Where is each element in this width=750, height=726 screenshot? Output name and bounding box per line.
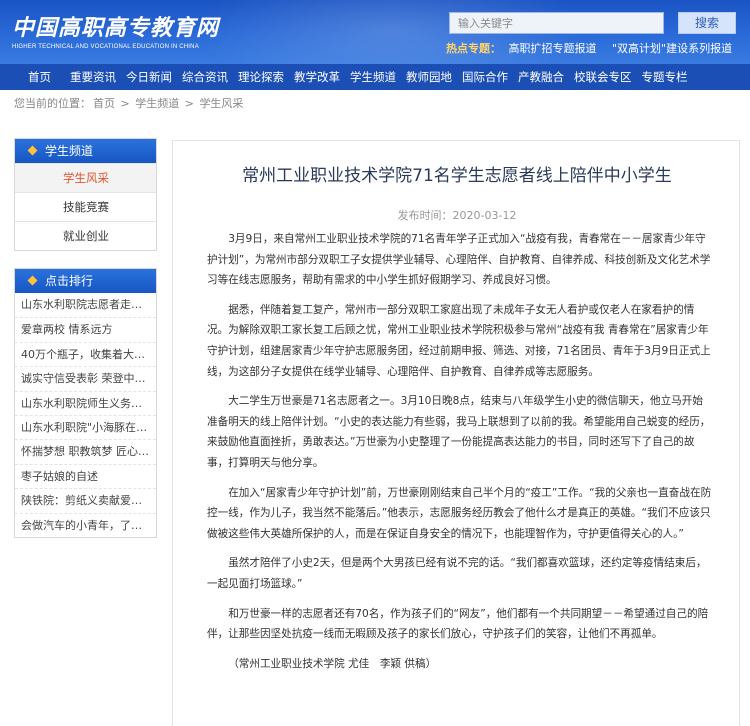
rank-panel-title: 点击排行 bbox=[45, 274, 94, 288]
channel-panel: 学生频道 学生风采 技能竞赛 就业创业 bbox=[14, 138, 157, 251]
article-paragraph: 虽然才陪伴了小史2天，但是两个大男孩已经有说不完的话。“我们都喜欢篮球，还约定等… bbox=[207, 557, 707, 590]
rank-list-item[interactable]: 怀揣梦想 职教筑梦 匠心圆... bbox=[15, 439, 156, 463]
sidebar-item-employment[interactable]: 就业创业 bbox=[15, 221, 156, 250]
rank-list-item[interactable]: 爱章两校 情系远方 bbox=[15, 317, 156, 341]
logo-title: 中国高职高专教育网 bbox=[12, 15, 220, 41]
nav-item[interactable]: 产教融合 bbox=[513, 64, 569, 90]
article-panel: 常州工业职业技术学院71名学生志愿者线上陪伴中小学生 发布时间：2020-03-… bbox=[172, 140, 740, 726]
nav-item[interactable]: 学生频道 bbox=[345, 64, 401, 90]
rank-panel: 点击排行 山东水利职院志愿者走近... 爱章两校 情系远方 40万个瓶子，收集着… bbox=[14, 268, 157, 538]
breadcrumb-link-home[interactable]: 首页 bbox=[93, 97, 115, 110]
nav-item[interactable]: 教学改革 bbox=[289, 64, 345, 90]
rank-list-item[interactable]: 40万个瓶子，收集着大学... bbox=[15, 341, 156, 366]
nav-item[interactable]: 今日新闻 bbox=[121, 64, 177, 90]
hot-topics: 热点专题： 高职扩招专题报道 "双高计划"建设系列报道 bbox=[446, 40, 744, 56]
nav-item[interactable]: 专题专栏 bbox=[637, 64, 693, 90]
rank-list-item[interactable]: 枣子姑娘的自述 bbox=[15, 463, 156, 488]
article-paragraph: 和万世豪一样的志愿者还有70名，作为孩子们的“网友”，他们都有一个共同期望－－希… bbox=[207, 607, 709, 641]
hot-topics-label: 热点专题： bbox=[446, 42, 501, 55]
article-date: 发布时间：2020-03-12 bbox=[173, 207, 741, 223]
article-body: 3月9日，来自常州工业职业技术学院的71名青年学子正式加入“战疫有我，青春常在－… bbox=[207, 229, 713, 674]
search-input[interactable] bbox=[449, 12, 664, 34]
search-button[interactable]: 搜索 bbox=[678, 12, 736, 34]
breadcrumb: 您当前的位置： 首页 > 学生频道 > 学生风采 bbox=[12, 95, 243, 111]
hot-topic-link[interactable]: "双高计划"建设系列报道 bbox=[612, 42, 732, 55]
rank-list-item[interactable]: 山东水利职院"小海豚在行... bbox=[15, 414, 156, 439]
breadcrumb-link-current[interactable]: 学生风采 bbox=[199, 97, 243, 110]
article-paragraph: 大二学生万世豪是71名志愿者之一。3月10日晚8点，结束与八年级学生小史的微信聊… bbox=[207, 395, 711, 469]
rank-list-item[interactable]: 诚实守信受表彰 荣登中国... bbox=[15, 366, 156, 390]
article-paragraph: 3月9日，来自常州工业职业技术学院的71名青年学子正式加入“战疫有我，青春常在－… bbox=[207, 233, 711, 287]
article-date-label: 发布时间： bbox=[397, 209, 453, 222]
nav-item[interactable]: 理论探索 bbox=[233, 64, 289, 90]
nav-item[interactable]: 校联会专区 bbox=[569, 64, 637, 90]
rank-list-item[interactable]: 会做汽车的小青年，了解... bbox=[15, 512, 156, 537]
diamond-bullet-icon bbox=[27, 275, 38, 286]
channel-panel-header: 学生频道 bbox=[15, 139, 156, 163]
site-header: 中国高职高专教育网 HIGHER TECHNICAL AND VOCATIONA… bbox=[0, 0, 750, 64]
article-date-value: 2020-03-12 bbox=[452, 209, 517, 222]
article-title: 常州工业职业技术学院71名学生志愿者线上陪伴中小学生 bbox=[242, 166, 672, 186]
breadcrumb-separator: > bbox=[184, 97, 194, 110]
nav-item[interactable]: 综合资讯 bbox=[177, 64, 233, 90]
nav-item[interactable]: 重要资讯 bbox=[65, 64, 121, 90]
site-logo[interactable]: 中国高职高专教育网 HIGHER TECHNICAL AND VOCATIONA… bbox=[12, 10, 220, 50]
rank-list: 山东水利职院志愿者走近... 爱章两校 情系远方 40万个瓶子，收集着大学...… bbox=[15, 293, 156, 537]
main-nav: 首页 重要资讯 今日新闻 综合资讯 理论探索 教学改革 学生频道 教师园地 国际… bbox=[0, 64, 750, 90]
hot-topic-link[interactable]: 高职扩招专题报道 bbox=[509, 42, 597, 55]
nav-item[interactable]: 教师园地 bbox=[401, 64, 457, 90]
channel-panel-title: 学生频道 bbox=[45, 144, 94, 158]
article-paragraph: 据悉，伴随着复工复产，常州市一部分双职工家庭出现了未成年子女无人看护或仅老人在家… bbox=[207, 303, 711, 378]
sidebar-item-skills-contest[interactable]: 技能竞赛 bbox=[15, 192, 156, 221]
article-paragraph: 在加入“居家青少年守护计划”前，万世豪刚刚结束自己半个月的“疫工”工作。“我的父… bbox=[207, 486, 712, 540]
rank-panel-header: 点击排行 bbox=[15, 269, 156, 293]
rank-list-item[interactable]: 山东水利职院师生义务监... bbox=[15, 390, 156, 415]
breadcrumb-separator: > bbox=[120, 97, 130, 110]
rank-list-item[interactable]: 山东水利职院志愿者走近... bbox=[15, 293, 156, 317]
article-byline: （常州工业职业技术学院 尤佳 李颖 供稿） bbox=[228, 657, 437, 670]
diamond-bullet-icon bbox=[27, 145, 38, 156]
nav-item-home[interactable]: 首页 bbox=[10, 64, 65, 90]
sidebar-item-student-style[interactable]: 学生风采 bbox=[15, 163, 156, 192]
rank-list-item[interactable]: 陕铁院：剪纸义卖献爱心 ... bbox=[15, 488, 156, 512]
nav-item[interactable]: 国际合作 bbox=[457, 64, 513, 90]
breadcrumb-link-channel[interactable]: 学生频道 bbox=[135, 97, 179, 110]
breadcrumb-label: 您当前的位置： bbox=[14, 97, 91, 110]
logo-subtitle: HIGHER TECHNICAL AND VOCATIONAL EDUCATIO… bbox=[12, 44, 199, 50]
